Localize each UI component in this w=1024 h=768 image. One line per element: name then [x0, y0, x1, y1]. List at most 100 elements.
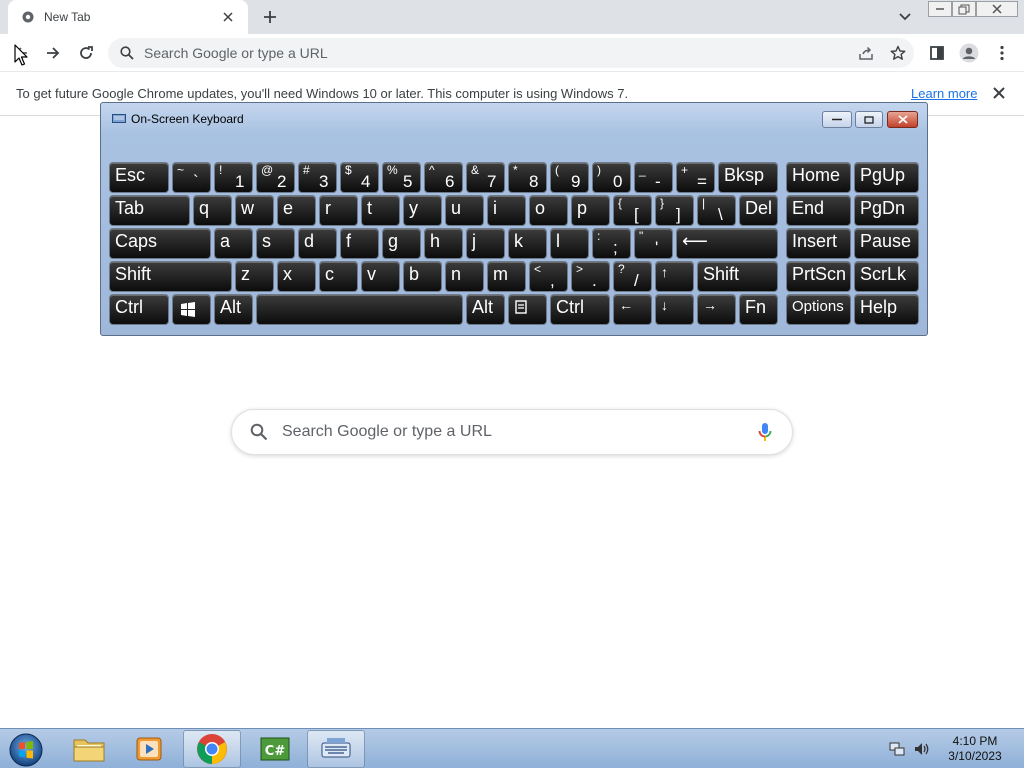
taskbar-media-player[interactable] — [120, 730, 178, 768]
tab-new-tab[interactable]: New Tab — [8, 0, 248, 34]
key-slash[interactable]: ? / — [613, 261, 652, 292]
bookmark-star-icon[interactable] — [883, 38, 913, 68]
key-help[interactable]: Help — [854, 294, 919, 325]
omnibox[interactable]: Search Google or type a URL — [108, 38, 914, 68]
key-quote[interactable]: " ' — [634, 228, 673, 259]
key-z[interactable]: z — [235, 261, 274, 292]
key-y[interactable]: y — [403, 195, 442, 226]
osk-close-button[interactable] — [887, 111, 918, 128]
key-rctrl[interactable]: Ctrl — [550, 294, 610, 325]
key-o[interactable]: o — [529, 195, 568, 226]
tab-search-chevron-icon[interactable] — [893, 7, 917, 27]
key-6[interactable]: ^ 6 — [424, 162, 463, 193]
share-icon[interactable] — [851, 38, 881, 68]
key-period[interactable]: >. — [571, 261, 610, 292]
osk-restore-button[interactable] — [855, 111, 883, 128]
key-rshift[interactable]: Shift — [697, 261, 778, 292]
taskbar-chrome[interactable] — [183, 730, 241, 768]
window-close-button[interactable] — [976, 1, 1018, 17]
key-lshift[interactable]: Shift — [109, 261, 232, 292]
key-p[interactable]: p — [571, 195, 610, 226]
key-options[interactable]: Options — [786, 294, 851, 325]
key-end[interactable]: End — [786, 195, 851, 226]
key-esc[interactable]: Esc — [109, 162, 169, 193]
key-7[interactable]: & 7 — [466, 162, 505, 193]
key-q[interactable]: q — [193, 195, 232, 226]
key-t[interactable]: t — [361, 195, 400, 226]
key-bksp[interactable]: Bksp — [718, 162, 778, 193]
key-lctrl[interactable]: Ctrl — [109, 294, 169, 325]
key-i[interactable]: i — [487, 195, 526, 226]
key-lalt[interactable]: Alt — [214, 294, 253, 325]
side-panel-icon[interactable] — [922, 38, 952, 68]
key-ralt[interactable]: Alt — [466, 294, 505, 325]
minimize-button[interactable] — [928, 1, 952, 17]
key-menu[interactable] — [508, 294, 547, 325]
key-l[interactable]: l — [550, 228, 589, 259]
restore-button[interactable] — [952, 1, 976, 17]
microphone-icon[interactable] — [758, 422, 772, 442]
key-pgup[interactable]: PgUp — [854, 162, 919, 193]
key-fn[interactable]: Fn — [739, 294, 778, 325]
learn-more-link[interactable]: Learn more — [911, 86, 977, 101]
volume-icon[interactable] — [913, 741, 931, 757]
key-n[interactable]: n — [445, 261, 484, 292]
key-5[interactable]: % 5 — [382, 162, 421, 193]
key-up[interactable]: ↑ — [655, 261, 694, 292]
start-button[interactable] — [6, 731, 46, 767]
ntp-search-box[interactable]: Search Google or type a URL — [231, 409, 793, 455]
key-u[interactable]: u — [445, 195, 484, 226]
system-clock[interactable]: 4:10 PM 3/10/2023 — [940, 734, 1010, 764]
menu-kebab-icon[interactable] — [987, 38, 1017, 68]
key-scrlk[interactable]: ScrLk — [854, 261, 919, 292]
key-1[interactable]: ! 1 — [214, 162, 253, 193]
key-down[interactable]: ↓ — [655, 294, 694, 325]
key-3[interactable]: #3 — [298, 162, 337, 193]
key-tilde[interactable]: ~ ` — [172, 162, 211, 193]
key-home[interactable]: Home — [786, 162, 851, 193]
osk-minimize-button[interactable] — [822, 111, 852, 128]
key-space[interactable] — [256, 294, 463, 325]
tab-close-icon[interactable] — [214, 3, 242, 31]
key-comma[interactable]: <, — [529, 261, 568, 292]
key-r[interactable]: r — [319, 195, 358, 226]
reload-button[interactable] — [71, 38, 101, 68]
key-semicolon[interactable]: :; — [592, 228, 631, 259]
key-prtscn[interactable]: PrtScn — [786, 261, 851, 292]
network-icon[interactable] — [889, 741, 905, 757]
key-0[interactable]: ) 0 — [592, 162, 631, 193]
forward-button[interactable] — [38, 38, 68, 68]
key-insert[interactable]: Insert — [786, 228, 851, 259]
key-g[interactable]: g — [382, 228, 421, 259]
key-w[interactable]: w — [235, 195, 274, 226]
key-backslash[interactable]: | \ — [697, 195, 736, 226]
key-b[interactable]: b — [403, 261, 442, 292]
key-j[interactable]: j — [466, 228, 505, 259]
key-c[interactable]: c — [319, 261, 358, 292]
key-8[interactable]: * 8 — [508, 162, 547, 193]
key-m[interactable]: m — [487, 261, 526, 292]
key-minus[interactable]: _ - — [634, 162, 673, 193]
key-s[interactable]: s — [256, 228, 295, 259]
key-lbracket[interactable]: {[ — [613, 195, 652, 226]
taskbar-on-screen-keyboard[interactable] — [307, 730, 365, 768]
key-tab[interactable]: Tab — [109, 195, 190, 226]
key-pgdn[interactable]: PgDn — [854, 195, 919, 226]
key-2[interactable]: @2 — [256, 162, 295, 193]
taskbar-explorer[interactable] — [60, 730, 118, 768]
key-equals[interactable]: + = — [676, 162, 715, 193]
key-v[interactable]: v — [361, 261, 400, 292]
key-4[interactable]: $4 — [340, 162, 379, 193]
key-a[interactable]: a — [214, 228, 253, 259]
key-9[interactable]: (9 — [550, 162, 589, 193]
infobar-close-icon[interactable] — [990, 84, 1008, 102]
key-win[interactable] — [172, 294, 211, 325]
key-enter[interactable]: ⟵ — [676, 228, 778, 259]
key-del[interactable]: Del — [739, 195, 778, 226]
key-pause[interactable]: Pause — [854, 228, 919, 259]
key-f[interactable]: f — [340, 228, 379, 259]
new-tab-button[interactable] — [258, 5, 282, 29]
taskbar-csharp-app[interactable]: C# — [246, 730, 304, 768]
profile-avatar-icon[interactable] — [954, 38, 984, 68]
key-e[interactable]: e — [277, 195, 316, 226]
